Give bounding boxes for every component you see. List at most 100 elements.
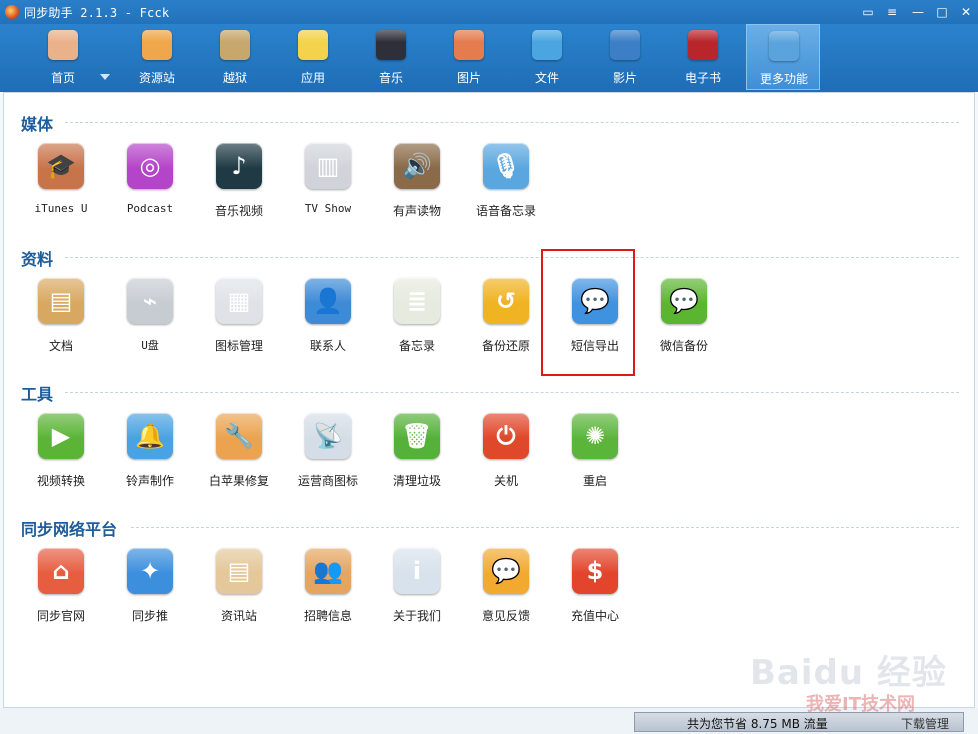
- feature-tile[interactable]: 🎙 语音备忘录: [462, 141, 550, 231]
- section-divider: [131, 527, 959, 528]
- power-icon: ⏻: [483, 413, 529, 459]
- feature-tile[interactable]: 📡 运营商图标: [284, 411, 372, 501]
- icon-glyph: 🔧: [224, 422, 254, 450]
- section-title-0: 媒体: [21, 115, 54, 134]
- toolbar-item-7[interactable]: 影片: [588, 24, 662, 90]
- feature-tile[interactable]: ⏻ 关机: [462, 411, 550, 501]
- section-divider: [65, 257, 959, 258]
- feature-label: 铃声制作: [125, 474, 174, 488]
- feature-tile[interactable]: 👤 联系人: [284, 276, 372, 366]
- tv-show-icon: ▥: [305, 143, 351, 189]
- menu-icon[interactable]: ≡: [884, 4, 900, 20]
- music-video-icon: ♪: [216, 143, 262, 189]
- toolbar-label: 首页: [50, 71, 75, 85]
- toolbar-item-9[interactable]: 更多功能: [746, 24, 820, 90]
- feature-label: 语音备忘录: [475, 204, 536, 218]
- icon-glyph: i: [412, 557, 422, 585]
- feature-tile[interactable]: ▶ 视频转换: [17, 411, 105, 501]
- watermark-site: 我爱IT技术网: [806, 694, 915, 715]
- toolbar-item-6[interactable]: 文件: [510, 24, 584, 90]
- people-icon: 👥: [305, 548, 351, 594]
- icon-glyph: ▦: [227, 287, 251, 315]
- feature-tile[interactable]: ≣ 备忘录: [373, 276, 461, 366]
- icon-glyph: ≣: [406, 287, 428, 315]
- icon-glyph: ▥: [316, 152, 340, 180]
- feature-tile[interactable]: ▥ TV Show: [284, 141, 372, 231]
- icon-glyph: ⏻: [496, 422, 516, 450]
- feature-tile[interactable]: 🔔 铃声制作: [106, 411, 194, 501]
- feature-tile[interactable]: i 关于我们: [373, 546, 461, 636]
- feature-label: 关机: [493, 474, 518, 488]
- toolbar-item-8[interactable]: 电子书: [666, 24, 740, 90]
- icon-glyph: 👥: [313, 557, 343, 585]
- feature-tile[interactable]: 🔧 白苹果修复: [195, 411, 283, 501]
- section-divider: [65, 122, 959, 123]
- feature-label: 运营商图标: [297, 474, 358, 488]
- feature-tile[interactable]: ♪ 音乐视频: [195, 141, 283, 231]
- toolbar-item-1[interactable]: 资源站: [120, 24, 194, 90]
- toolbar-item-0[interactable]: 首页: [26, 24, 100, 90]
- feature-tile[interactable]: 🎓 iTunes U: [17, 141, 105, 231]
- close-icon[interactable]: ✕: [958, 4, 974, 20]
- icon-grid-icon: ▦: [216, 278, 262, 324]
- toolbar-label: 电子书: [684, 71, 721, 85]
- feature-label: 音乐视频: [214, 204, 263, 218]
- feature-tile[interactable]: ✦ 同步推: [106, 546, 194, 636]
- icon-glyph: ✦: [139, 557, 161, 585]
- feature-label: 图标管理: [214, 339, 263, 353]
- info-icon: i: [394, 548, 440, 594]
- feature-tile[interactable]: ◎ Podcast: [106, 141, 194, 231]
- tools-icon: [769, 31, 799, 61]
- feature-label: 同步推: [131, 609, 168, 623]
- maximize-icon[interactable]: □: [934, 4, 950, 20]
- feature-tile[interactable]: ▤ 文档: [17, 276, 105, 366]
- icon-glyph: 🔔: [135, 422, 165, 450]
- bell-icon: 🔔: [127, 413, 173, 459]
- icon-glyph: ✺: [584, 422, 606, 450]
- feature-tile[interactable]: ⌂ 同步官网: [17, 546, 105, 636]
- toolbar-label: 图片: [456, 71, 481, 85]
- feature-tile[interactable]: ✺ 重启: [551, 411, 639, 501]
- feature-tile[interactable]: 🗑 清理垃圾: [373, 411, 461, 501]
- toolbar-item-3[interactable]: 应用: [276, 24, 350, 90]
- icon-glyph: ♪: [231, 152, 247, 180]
- icon-glyph: 💬: [491, 557, 521, 585]
- dollar-icon: $: [572, 548, 618, 594]
- watermark-baidu: Baidu 经验: [750, 653, 947, 693]
- icon-glyph: 🎙: [490, 152, 522, 180]
- feature-label: 备份还原: [481, 339, 530, 353]
- toolbar-item-4[interactable]: 音乐: [354, 24, 428, 90]
- feedback-icon: 💬: [483, 548, 529, 594]
- feature-tile[interactable]: ↺ 备份还原: [462, 276, 550, 366]
- house-icon: ⌂: [38, 548, 84, 594]
- icon-glyph: ▤: [49, 287, 73, 315]
- chat-icon[interactable]: ▭: [860, 4, 876, 20]
- section-title-3: 同步网络平台: [21, 520, 118, 539]
- feature-tile[interactable]: ▤ 资讯站: [195, 546, 283, 636]
- feature-label: 意见反馈: [481, 609, 530, 623]
- icon-glyph: ◎: [139, 152, 161, 180]
- feature-tile[interactable]: $ 充值中心: [551, 546, 639, 636]
- toolbar-item-5[interactable]: 图片: [432, 24, 506, 90]
- home-dropdown-icon[interactable]: [100, 74, 110, 80]
- toolbar-label: 影片: [612, 71, 637, 85]
- icon-glyph: 💬: [669, 287, 699, 315]
- feature-tile[interactable]: 💬 微信备份: [640, 276, 728, 366]
- minimize-icon[interactable]: —: [910, 4, 926, 20]
- feature-tile[interactable]: ⌁ U盘: [106, 276, 194, 366]
- icon-glyph: ⌂: [52, 557, 70, 585]
- download-manager-link[interactable]: 下载管理: [901, 715, 949, 732]
- feature-tile[interactable]: ▦ 图标管理: [195, 276, 283, 366]
- toolbar-item-2[interactable]: 越狱: [198, 24, 272, 90]
- feature-label: 资讯站: [220, 609, 257, 623]
- feature-tile[interactable]: 👥 招聘信息: [284, 546, 372, 636]
- audiobook-icon: 🔊: [394, 143, 440, 189]
- shopping-bag-icon: [142, 30, 172, 60]
- highlight-box: [541, 249, 635, 376]
- wrench-icon: 🔧: [216, 413, 262, 459]
- feature-tile[interactable]: 🔊 有声读物: [373, 141, 461, 231]
- icon-glyph: ⌁: [142, 287, 158, 315]
- feature-label: 招聘信息: [303, 609, 352, 623]
- newspaper-icon: ▤: [216, 548, 262, 594]
- feature-tile[interactable]: 💬 意见反馈: [462, 546, 550, 636]
